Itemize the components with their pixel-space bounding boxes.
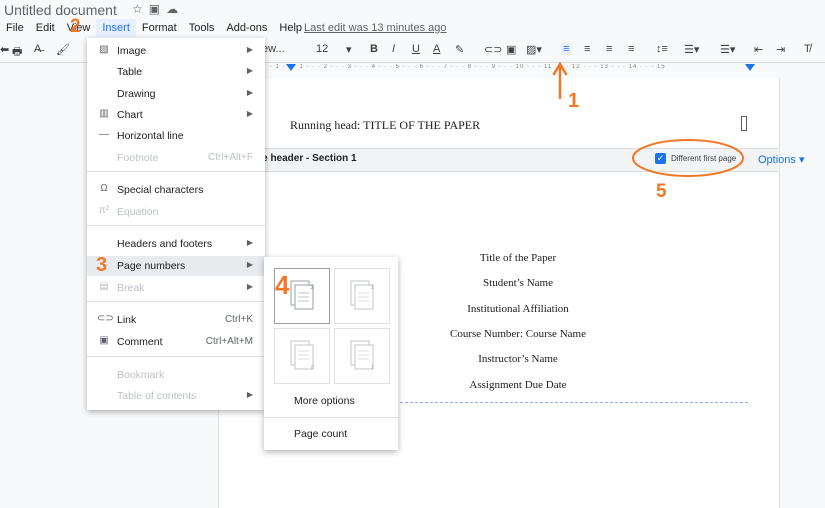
- print-icon[interactable]: 🖶: [12, 43, 22, 62]
- title-icons: ☆▣☁: [132, 2, 184, 16]
- underline-button[interactable]: U: [412, 43, 420, 55]
- menu-item-headers-footers[interactable]: Headers and footers ▶: [87, 234, 265, 254]
- menu-item-page-numbers[interactable]: Page numbers ▶: [87, 256, 265, 276]
- add-comment-icon[interactable]: ▣: [506, 43, 516, 56]
- annotation-step-2: 2: [70, 16, 81, 37]
- align-center-icon[interactable]: ≡: [584, 43, 590, 55]
- link-icon: ⊂⊃: [97, 313, 114, 324]
- page-numbers-header-skip-icon: 1: [350, 280, 374, 310]
- menu-item-bookmark: Bookmark: [117, 369, 165, 381]
- page-number-option-top-right-skip-first[interactable]: 1: [334, 268, 390, 324]
- annotation-circle: [632, 139, 744, 177]
- annotation-arrow: [552, 61, 568, 100]
- menu-bar: File Edit View Insert Format Tools Add-o…: [0, 19, 308, 37]
- page-number-option-bottom-right-all[interactable]: 8: [274, 328, 330, 384]
- pi-icon: π²: [98, 205, 110, 216]
- document-title[interactable]: Untitled document: [4, 2, 117, 18]
- undo-icon[interactable]: ⬅: [0, 43, 9, 56]
- menu-item-table[interactable]: Table ▶: [87, 62, 265, 82]
- insert-menu: ▨ Image ▶ Table ▶ Drawing ▶ ▥ Chart ▶ — …: [87, 38, 265, 410]
- menu-item-footnote: Footnote Ctrl+Alt+F: [117, 152, 253, 164]
- increase-indent-icon[interactable]: ⇥: [776, 43, 785, 56]
- page-number-option-bottom-right-skip-first[interactable]: 1: [334, 328, 390, 384]
- menu-item-comment[interactable]: ▣ Comment Ctrl+Alt+M: [87, 332, 265, 352]
- menu-item-break: ▤ Break ▶: [87, 278, 265, 298]
- menu-item-chart[interactable]: ▥ Chart ▶: [87, 105, 265, 125]
- menu-item-special-characters[interactable]: Ω Special characters: [87, 180, 265, 200]
- menu-file[interactable]: File: [0, 19, 30, 37]
- left-indent-marker[interactable]: [286, 64, 296, 71]
- menu-item-equation: π² Equation: [98, 205, 159, 218]
- bulleted-list-icon[interactable]: ☰▾: [720, 43, 735, 56]
- menu-item-image[interactable]: ▨ Image ▶: [87, 41, 265, 61]
- menu-item-horizontal-line[interactable]: — Horizontal line: [87, 126, 265, 146]
- title-line[interactable]: Assignment Due Date: [360, 379, 676, 391]
- page-numbers-footer-icon: 8: [290, 340, 314, 371]
- text-cursor: [741, 116, 747, 131]
- menu-item-link[interactable]: ⊂⊃ Link Ctrl+K: [87, 310, 265, 330]
- svg-text:1: 1: [371, 285, 374, 291]
- annotation-step-3: 3: [96, 254, 108, 276]
- image-icon: ▨: [99, 44, 109, 55]
- svg-text:1: 1: [371, 365, 374, 371]
- header-options-button[interactable]: Options ▾: [758, 153, 805, 166]
- last-edit-link[interactable]: Last edit was 13 minutes ago: [304, 19, 446, 37]
- chart-icon: ▥: [99, 108, 109, 119]
- star-icon[interactable]: ☆: [132, 2, 149, 16]
- menu-divider: [87, 171, 265, 172]
- insert-image-icon[interactable]: ▨▾: [526, 43, 542, 56]
- line-spacing-icon[interactable]: ↕≡: [656, 43, 668, 55]
- align-left-icon[interactable]: ≡: [561, 43, 572, 55]
- decrease-indent-icon[interactable]: ⇤: [754, 43, 763, 56]
- menu-help[interactable]: Help: [273, 19, 308, 37]
- menu-divider: [87, 225, 265, 226]
- title-line[interactable]: Course Number: Course Name: [360, 328, 676, 340]
- right-indent-marker[interactable]: [745, 64, 755, 71]
- text-color-button[interactable]: A: [433, 43, 440, 55]
- svg-text:8: 8: [311, 365, 314, 371]
- spellcheck-icon[interactable]: A̶: [34, 43, 41, 55]
- bold-button[interactable]: B: [370, 43, 378, 55]
- menu-addons[interactable]: Add-ons: [220, 19, 273, 37]
- font-size-field[interactable]: 12: [316, 43, 328, 55]
- header-section-label: ge header - Section 1: [256, 153, 357, 164]
- title-line[interactable]: Student’s Name: [360, 277, 676, 289]
- page-break-line: [395, 402, 748, 403]
- folder-icon[interactable]: ▣: [149, 2, 166, 16]
- italic-button[interactable]: I: [392, 43, 395, 55]
- page-count-item[interactable]: Page count: [294, 428, 347, 440]
- font-select[interactable]: ew...: [262, 43, 285, 55]
- break-icon: ▤: [99, 281, 109, 292]
- page-numbers-footer-skip-icon: 1: [350, 340, 374, 371]
- menu-format[interactable]: Format: [136, 19, 183, 37]
- checklist-icon[interactable]: ☰▾: [684, 43, 699, 56]
- title-line[interactable]: Title of the Paper: [360, 252, 676, 264]
- menu-item-drawing[interactable]: Drawing ▶: [87, 84, 265, 104]
- font-size-dropdown-icon[interactable]: ▾: [346, 43, 352, 56]
- align-right-icon[interactable]: ≡: [606, 43, 612, 55]
- link-icon[interactable]: ⊂⊃: [484, 43, 502, 56]
- menu-edit[interactable]: Edit: [30, 19, 61, 37]
- annotation-step-4: 4: [275, 270, 290, 300]
- submenu-divider: [264, 417, 398, 418]
- justify-icon[interactable]: ≡: [628, 43, 634, 55]
- more-options-item[interactable]: More options: [294, 395, 355, 407]
- comment-icon: ▣: [99, 335, 109, 346]
- menu-divider: [87, 301, 265, 302]
- highlight-icon[interactable]: ✎: [455, 43, 464, 56]
- menu-insert[interactable]: Insert: [96, 19, 136, 37]
- clear-formatting-icon[interactable]: T̸: [804, 43, 811, 55]
- running-head[interactable]: Running head: TITLE OF THE PAPER: [290, 118, 480, 133]
- omega-icon: Ω: [100, 183, 108, 194]
- title-line[interactable]: Institutional Affiliation: [360, 303, 676, 315]
- title-line[interactable]: Instructor’s Name: [360, 353, 676, 365]
- cloud-icon[interactable]: ☁: [166, 2, 184, 16]
- menu-item-table-of-contents: Table of contents ▶: [117, 390, 253, 402]
- svg-text:2: 2: [311, 285, 314, 291]
- paint-format-icon[interactable]: 🖌: [56, 43, 70, 56]
- menu-divider: [87, 356, 265, 357]
- horizontal-line-icon: —: [99, 129, 109, 140]
- menu-tools[interactable]: Tools: [183, 19, 221, 37]
